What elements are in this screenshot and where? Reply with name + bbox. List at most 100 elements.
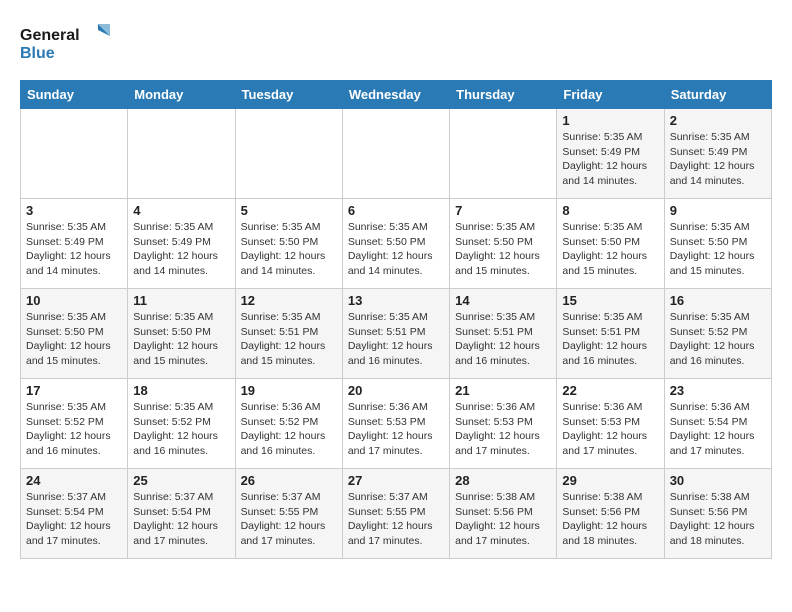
day-number: 14	[455, 293, 551, 308]
weekday-header-cell: Tuesday	[235, 81, 342, 109]
calendar-cell: 22 Sunrise: 5:36 AM Sunset: 5:53 PM Dayli…	[557, 379, 664, 469]
day-number: 29	[562, 473, 658, 488]
calendar-cell: 29 Sunrise: 5:38 AM Sunset: 5:56 PM Dayli…	[557, 469, 664, 559]
day-number: 4	[133, 203, 229, 218]
day-number: 21	[455, 383, 551, 398]
day-number: 19	[241, 383, 337, 398]
day-info: Sunrise: 5:35 AM Sunset: 5:52 PM Dayligh…	[26, 400, 122, 459]
day-info: Sunrise: 5:35 AM Sunset: 5:49 PM Dayligh…	[562, 130, 658, 189]
calendar-cell: 24Sunrise: 5:37 AM Sunset: 5:54 PM Dayli…	[21, 469, 128, 559]
day-number: 18	[133, 383, 229, 398]
day-info: Sunrise: 5:37 AM Sunset: 5:55 PM Dayligh…	[348, 490, 444, 549]
day-number: 15	[562, 293, 658, 308]
calendar-week-row: 24Sunrise: 5:37 AM Sunset: 5:54 PM Dayli…	[21, 469, 772, 559]
day-info: Sunrise: 5:38 AM Sunset: 5:56 PM Dayligh…	[562, 490, 658, 549]
calendar-week-row: 10 Sunrise: 5:35 AM Sunset: 5:50 PM Dayli…	[21, 289, 772, 379]
day-number: 7	[455, 203, 551, 218]
calendar-cell: 16Sunrise: 5:35 AM Sunset: 5:52 PM Dayli…	[664, 289, 771, 379]
day-info: Sunrise: 5:35 AM Sunset: 5:52 PM Dayligh…	[133, 400, 229, 459]
day-info: Sunrise: 5:35 AM Sunset: 5:50 PM Dayligh…	[133, 310, 229, 369]
calendar-body: 1 Sunrise: 5:35 AM Sunset: 5:49 PM Daylig…	[21, 109, 772, 559]
calendar-cell: 30 Sunrise: 5:38 AM Sunset: 5:56 PM Dayli…	[664, 469, 771, 559]
calendar-cell: 8 Sunrise: 5:35 AM Sunset: 5:50 PM Daylig…	[557, 199, 664, 289]
day-info: Sunrise: 5:35 AM Sunset: 5:51 PM Dayligh…	[562, 310, 658, 369]
day-number: 26	[241, 473, 337, 488]
day-number: 23	[670, 383, 766, 398]
day-number: 8	[562, 203, 658, 218]
day-number: 27	[348, 473, 444, 488]
day-number: 24	[26, 473, 122, 488]
svg-text:General: General	[20, 27, 80, 44]
calendar-cell: 4 Sunrise: 5:35 AM Sunset: 5:49 PM Daylig…	[128, 199, 235, 289]
page-header: General Blue	[20, 20, 772, 64]
day-info: Sunrise: 5:36 AM Sunset: 5:53 PM Dayligh…	[348, 400, 444, 459]
day-info: Sunrise: 5:38 AM Sunset: 5:56 PM Dayligh…	[455, 490, 551, 549]
day-info: Sunrise: 5:36 AM Sunset: 5:52 PM Dayligh…	[241, 400, 337, 459]
day-info: Sunrise: 5:36 AM Sunset: 5:53 PM Dayligh…	[562, 400, 658, 459]
logo: General Blue	[20, 20, 110, 64]
day-number: 20	[348, 383, 444, 398]
weekday-header-cell: Friday	[557, 81, 664, 109]
calendar-cell: 10 Sunrise: 5:35 AM Sunset: 5:50 PM Dayli…	[21, 289, 128, 379]
calendar-cell: 5 Sunrise: 5:35 AM Sunset: 5:50 PM Daylig…	[235, 199, 342, 289]
day-info: Sunrise: 5:36 AM Sunset: 5:54 PM Dayligh…	[670, 400, 766, 459]
day-info: Sunrise: 5:35 AM Sunset: 5:50 PM Dayligh…	[241, 220, 337, 279]
day-info: Sunrise: 5:35 AM Sunset: 5:51 PM Dayligh…	[455, 310, 551, 369]
day-number: 13	[348, 293, 444, 308]
calendar-cell	[342, 109, 449, 199]
calendar-week-row: 1 Sunrise: 5:35 AM Sunset: 5:49 PM Daylig…	[21, 109, 772, 199]
day-number: 5	[241, 203, 337, 218]
calendar-cell: 6Sunrise: 5:35 AM Sunset: 5:50 PM Daylig…	[342, 199, 449, 289]
day-info: Sunrise: 5:35 AM Sunset: 5:51 PM Dayligh…	[348, 310, 444, 369]
calendar-week-row: 17 Sunrise: 5:35 AM Sunset: 5:52 PM Dayli…	[21, 379, 772, 469]
calendar-cell: 21Sunrise: 5:36 AM Sunset: 5:53 PM Dayli…	[450, 379, 557, 469]
calendar-cell: 26 Sunrise: 5:37 AM Sunset: 5:55 PM Dayli…	[235, 469, 342, 559]
calendar-cell	[235, 109, 342, 199]
calendar-cell: 13 Sunrise: 5:35 AM Sunset: 5:51 PM Dayli…	[342, 289, 449, 379]
day-info: Sunrise: 5:35 AM Sunset: 5:50 PM Dayligh…	[562, 220, 658, 279]
day-number: 10	[26, 293, 122, 308]
day-info: Sunrise: 5:35 AM Sunset: 5:49 PM Dayligh…	[670, 130, 766, 189]
weekday-header-cell: Wednesday	[342, 81, 449, 109]
day-info: Sunrise: 5:35 AM Sunset: 5:50 PM Dayligh…	[26, 310, 122, 369]
day-info: Sunrise: 5:35 AM Sunset: 5:52 PM Dayligh…	[670, 310, 766, 369]
calendar-cell: 20 Sunrise: 5:36 AM Sunset: 5:53 PM Dayli…	[342, 379, 449, 469]
day-info: Sunrise: 5:38 AM Sunset: 5:56 PM Dayligh…	[670, 490, 766, 549]
calendar-cell: 23 Sunrise: 5:36 AM Sunset: 5:54 PM Dayli…	[664, 379, 771, 469]
day-number: 12	[241, 293, 337, 308]
weekday-header-cell: Thursday	[450, 81, 557, 109]
day-number: 11	[133, 293, 229, 308]
day-number: 22	[562, 383, 658, 398]
svg-text:Blue: Blue	[20, 45, 55, 62]
day-number: 1	[562, 113, 658, 128]
calendar-cell: 25Sunrise: 5:37 AM Sunset: 5:54 PM Dayli…	[128, 469, 235, 559]
day-info: Sunrise: 5:35 AM Sunset: 5:49 PM Dayligh…	[133, 220, 229, 279]
day-number: 25	[133, 473, 229, 488]
day-number: 2	[670, 113, 766, 128]
day-number: 17	[26, 383, 122, 398]
calendar-cell: 17 Sunrise: 5:35 AM Sunset: 5:52 PM Dayli…	[21, 379, 128, 469]
weekday-header-cell: Monday	[128, 81, 235, 109]
calendar-cell: 27 Sunrise: 5:37 AM Sunset: 5:55 PM Dayli…	[342, 469, 449, 559]
calendar-table: SundayMondayTuesdayWednesdayThursdayFrid…	[20, 80, 772, 559]
calendar-cell	[450, 109, 557, 199]
day-number: 28	[455, 473, 551, 488]
calendar-cell: 19 Sunrise: 5:36 AM Sunset: 5:52 PM Dayli…	[235, 379, 342, 469]
day-number: 30	[670, 473, 766, 488]
calendar-cell: 15 Sunrise: 5:35 AM Sunset: 5:51 PM Dayli…	[557, 289, 664, 379]
weekday-header-cell: Saturday	[664, 81, 771, 109]
calendar-cell: 18 Sunrise: 5:35 AM Sunset: 5:52 PM Dayli…	[128, 379, 235, 469]
calendar-cell: 7Sunrise: 5:35 AM Sunset: 5:50 PM Daylig…	[450, 199, 557, 289]
day-info: Sunrise: 5:35 AM Sunset: 5:51 PM Dayligh…	[241, 310, 337, 369]
calendar-cell: 9 Sunrise: 5:35 AM Sunset: 5:50 PM Daylig…	[664, 199, 771, 289]
calendar-cell: 2 Sunrise: 5:35 AM Sunset: 5:49 PM Daylig…	[664, 109, 771, 199]
calendar-cell	[21, 109, 128, 199]
calendar-cell: 11 Sunrise: 5:35 AM Sunset: 5:50 PM Dayli…	[128, 289, 235, 379]
calendar-week-row: 3 Sunrise: 5:35 AM Sunset: 5:49 PM Daylig…	[21, 199, 772, 289]
day-info: Sunrise: 5:35 AM Sunset: 5:50 PM Dayligh…	[670, 220, 766, 279]
day-number: 3	[26, 203, 122, 218]
calendar-cell: 28 Sunrise: 5:38 AM Sunset: 5:56 PM Dayli…	[450, 469, 557, 559]
day-info: Sunrise: 5:37 AM Sunset: 5:55 PM Dayligh…	[241, 490, 337, 549]
day-number: 9	[670, 203, 766, 218]
calendar-cell: 14 Sunrise: 5:35 AM Sunset: 5:51 PM Dayli…	[450, 289, 557, 379]
